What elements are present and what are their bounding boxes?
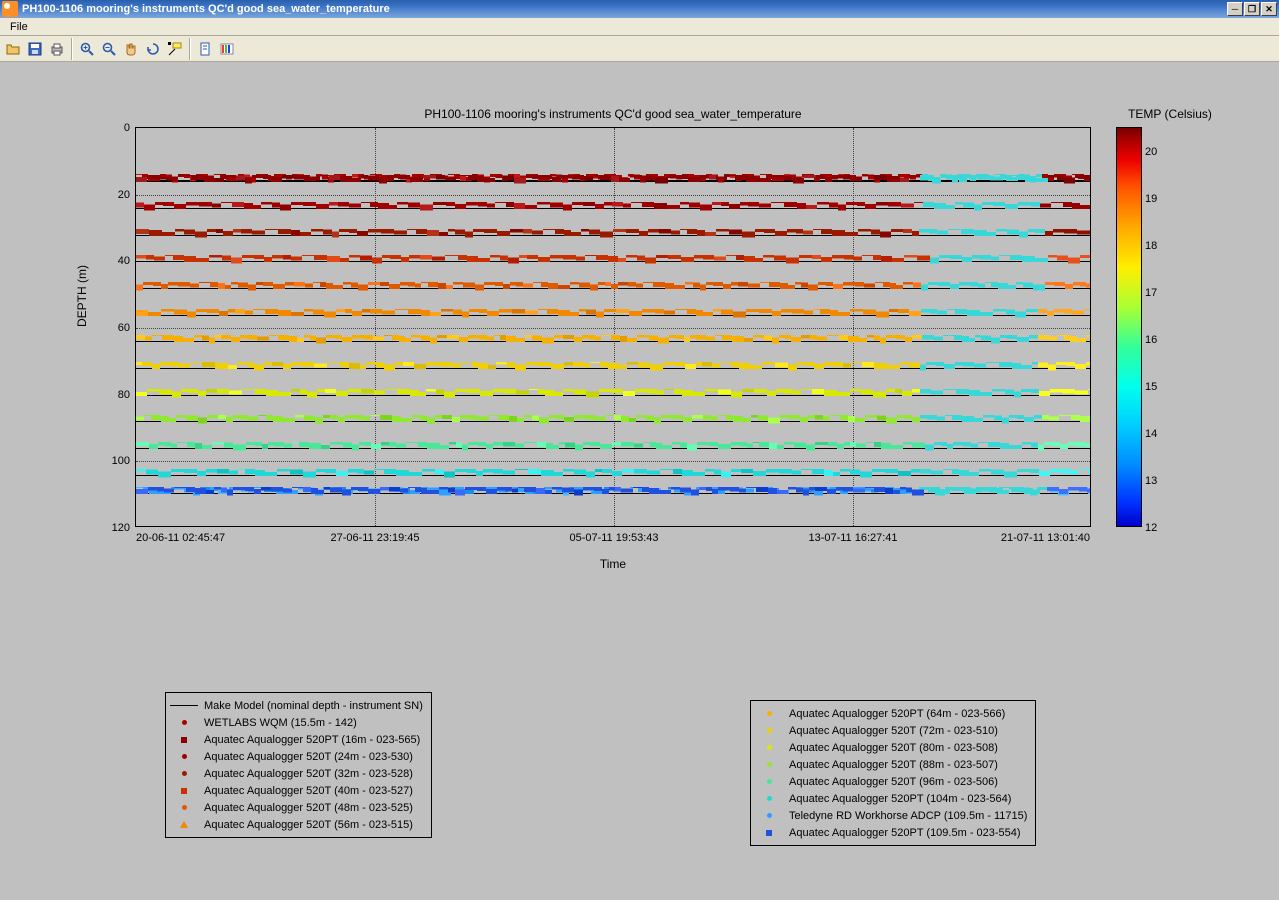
legend-entry[interactable]: Aquatec Aqualogger 520T (56m - 023-515)	[170, 816, 423, 833]
series-track	[136, 309, 1090, 321]
colorbar-tick: 19	[1145, 193, 1157, 205]
colorbar-tick: 12	[1145, 522, 1157, 534]
y-tick: 60	[118, 322, 130, 334]
x-tick: 27-06-11 23:19:45	[330, 532, 419, 544]
x-tick: 13-07-11 16:27:41	[808, 532, 897, 544]
matlab-icon	[2, 1, 18, 17]
y-tick: 0	[124, 122, 130, 134]
legend-entry[interactable]: WETLABS WQM (15.5m - 142)	[170, 714, 423, 731]
colorbar-tick: 13	[1145, 475, 1157, 487]
y-tick: 40	[118, 255, 130, 267]
print-icon[interactable]	[46, 38, 68, 60]
restore-button[interactable]: ❐	[1244, 2, 1260, 16]
menu-file[interactable]: File	[4, 20, 34, 34]
titlebar: PH100-1106 mooring's instruments QC'd go…	[0, 0, 1279, 18]
legend-entry[interactable]: Aquatec Aqualogger 520T (72m - 023-510)	[755, 722, 1027, 739]
legend-header: Make Model (nominal depth - instrument S…	[204, 700, 423, 712]
legend-entry[interactable]: Aquatec Aqualogger 520T (48m - 023-525)	[170, 799, 423, 816]
legend-entry[interactable]: Aquatec Aqualogger 520T (40m - 023-527)	[170, 782, 423, 799]
legend-entry[interactable]: Teledyne RD Workhorse ADCP (109.5m - 117…	[755, 807, 1027, 824]
legend-entry[interactable]: Aquatec Aqualogger 520T (96m - 023-506)	[755, 773, 1027, 790]
menubar: File	[0, 18, 1279, 36]
rotate-icon[interactable]	[142, 38, 164, 60]
pan-icon[interactable]	[120, 38, 142, 60]
series-track	[136, 175, 1090, 187]
legend-entry[interactable]: Aquatec Aqualogger 520T (32m - 023-528)	[170, 765, 423, 782]
figure-canvas: PH100-1106 mooring's instruments QC'd go…	[0, 62, 1279, 900]
open-icon[interactable]	[2, 38, 24, 60]
series-track	[136, 362, 1090, 374]
plot-title: PH100-1106 mooring's instruments QC'd go…	[135, 107, 1091, 121]
legend-left[interactable]: Make Model (nominal depth - instrument S…	[165, 692, 432, 838]
colorbar-icon[interactable]	[216, 38, 238, 60]
y-tick: 20	[118, 189, 130, 201]
legend-entry[interactable]: Aquatec Aqualogger 520T (80m - 023-508)	[755, 739, 1027, 756]
legend-entry[interactable]: Aquatec Aqualogger 520PT (104m - 023-564…	[755, 790, 1027, 807]
series-track	[136, 255, 1090, 267]
save-icon[interactable]	[24, 38, 46, 60]
close-button[interactable]: ✕	[1261, 2, 1277, 16]
series-track	[136, 229, 1090, 241]
legend-entry[interactable]: Aquatec Aqualogger 520PT (109.5m - 023-5…	[755, 824, 1027, 841]
legend-entry[interactable]: Aquatec Aqualogger 520PT (64m - 023-566)	[755, 705, 1027, 722]
legend-entry[interactable]: Aquatec Aqualogger 520T (88m - 023-507)	[755, 756, 1027, 773]
axes[interactable]: 02040608010012020-06-11 02:45:4727-06-11…	[135, 127, 1091, 527]
x-tick: 20-06-11 02:45:47	[136, 532, 225, 544]
y-tick: 100	[112, 455, 130, 467]
series-track	[136, 487, 1090, 499]
window-title: PH100-1106 mooring's instruments QC'd go…	[22, 3, 390, 15]
y-tick: 80	[118, 389, 130, 401]
y-tick: 120	[112, 522, 130, 534]
series-track	[136, 282, 1090, 294]
colorbar-tick: 15	[1145, 381, 1157, 393]
colorbar-tick: 14	[1145, 428, 1157, 440]
toolbar-separator	[189, 38, 191, 60]
zoom-in-icon[interactable]	[76, 38, 98, 60]
colorbar-tick: 17	[1145, 287, 1157, 299]
series-track	[136, 202, 1090, 214]
colorbar-tick: 20	[1145, 146, 1157, 158]
series-track	[136, 335, 1090, 347]
colorbar-tick: 16	[1145, 334, 1157, 346]
legend-entry[interactable]: Aquatec Aqualogger 520PT (16m - 023-565)	[170, 731, 423, 748]
colorbar-tick: 18	[1145, 240, 1157, 252]
x-tick: 21-07-11 13:01:40	[1001, 532, 1090, 544]
minimize-button[interactable]: ─	[1227, 2, 1243, 16]
series-track	[136, 389, 1090, 401]
series-track	[136, 415, 1090, 427]
series-track	[136, 469, 1090, 481]
x-tick: 05-07-11 19:53:43	[569, 532, 658, 544]
x-axis-label: Time	[135, 557, 1091, 571]
colorbar[interactable]: 121314151617181920	[1116, 127, 1142, 527]
link-icon[interactable]	[194, 38, 216, 60]
legend-right[interactable]: Aquatec Aqualogger 520PT (64m - 023-566)…	[750, 700, 1036, 846]
toolbar-separator	[71, 38, 73, 60]
data-cursor-icon[interactable]	[164, 38, 186, 60]
colorbar-title: TEMP (Celsius)	[1100, 107, 1240, 121]
zoom-out-icon[interactable]	[98, 38, 120, 60]
legend-entry[interactable]: Aquatec Aqualogger 520T (24m - 023-530)	[170, 748, 423, 765]
toolbar	[0, 36, 1279, 62]
series-track	[136, 442, 1090, 454]
